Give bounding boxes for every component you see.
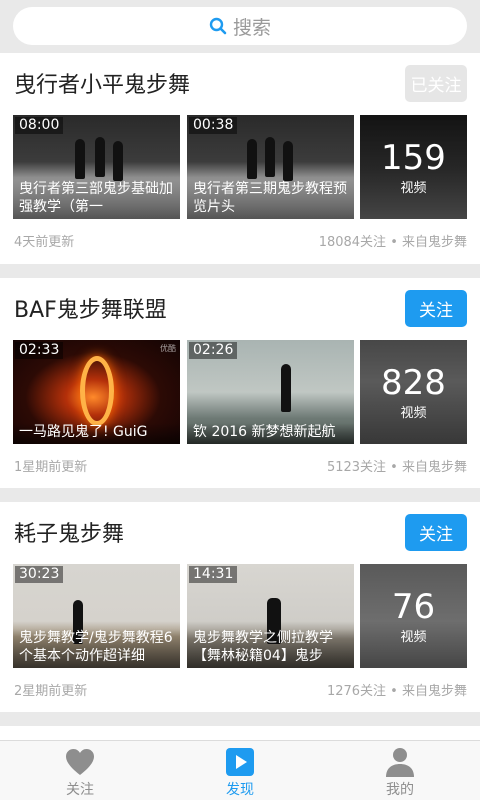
person-icon xyxy=(386,748,414,777)
channel-title[interactable]: 曳行者小平鬼步舞 xyxy=(14,67,190,99)
video-duration: 00:38 xyxy=(189,117,238,134)
video-thumbnail[interactable]: 02:26 钦 2016 新梦想新起航 xyxy=(187,340,354,444)
play-icon xyxy=(226,748,254,776)
video-caption: 钦 2016 新梦想新起航 xyxy=(187,423,354,444)
search-input[interactable]: 搜索 xyxy=(13,7,467,45)
channel-meta: 1276关注 • 来自鬼步舞 xyxy=(326,683,467,699)
video-duration: 08:00 xyxy=(15,117,64,134)
follow-button[interactable]: 关注 xyxy=(405,513,467,551)
video-duration: 02:26 xyxy=(189,342,238,359)
channel-card: 耗子鬼步舞 关注 30:23 鬼步舞教学/鬼步舞教程6个基本个动作超详细 14:… xyxy=(0,502,480,712)
search-bar-container: 搜索 xyxy=(0,0,480,52)
video-duration: 14:31 xyxy=(189,566,238,583)
video-count-label: 视频 xyxy=(400,180,427,196)
video-count-label: 视频 xyxy=(400,629,427,645)
heart-icon xyxy=(66,749,94,775)
tab-follow[interactable]: 关注 xyxy=(0,741,160,800)
video-count: 76 xyxy=(391,586,436,627)
tab-mine[interactable]: 我的 xyxy=(320,741,480,800)
channel-meta: 18084关注 • 来自鬼步舞 xyxy=(318,234,467,250)
watermark: 优酷 xyxy=(160,344,176,353)
tab-label: 关注 xyxy=(66,782,94,798)
video-caption: 一马路见鬼了! GuiG xyxy=(13,423,180,444)
search-placeholder: 搜索 xyxy=(232,16,271,39)
video-thumbnail[interactable]: 00:38 曳行者第三期鬼步教程预览片头 xyxy=(187,115,354,219)
channel-meta: 5123关注 • 来自鬼步舞 xyxy=(326,459,467,475)
channel-card: BAF鬼步舞联盟 关注 02:33 优酷 一马路见鬼了! GuiG 02:26 … xyxy=(0,278,480,488)
bottom-tab-bar: 关注 发现 我的 xyxy=(0,740,480,800)
video-thumbnail[interactable]: 08:00 曳行者第三部鬼步基础加强教学（第一 xyxy=(13,115,180,219)
video-count: 828 xyxy=(381,362,446,403)
video-caption: 鬼步舞教学之侧拉教学【舞林秘籍04】鬼步 xyxy=(187,629,354,668)
video-thumbnail[interactable]: 30:23 鬼步舞教学/鬼步舞教程6个基本个动作超详细 xyxy=(13,564,180,668)
video-thumbnail[interactable]: 14:31 鬼步舞教学之侧拉教学【舞林秘籍04】鬼步 xyxy=(187,564,354,668)
updated-time: 1星期前更新 xyxy=(14,459,88,475)
video-caption: 曳行者第三期鬼步教程预览片头 xyxy=(187,180,354,219)
search-icon xyxy=(209,17,227,35)
video-caption: 鬼步舞教学/鬼步舞教程6个基本个动作超详细 xyxy=(13,629,180,668)
tab-label: 发现 xyxy=(226,782,254,798)
updated-time: 4天前更新 xyxy=(14,234,75,250)
channel-title[interactable]: 耗子鬼步舞 xyxy=(14,516,124,548)
video-duration: 30:23 xyxy=(15,566,64,583)
channel-title[interactable]: BAF鬼步舞联盟 xyxy=(14,292,167,324)
follow-button[interactable]: 关注 xyxy=(405,289,467,327)
video-count-label: 视频 xyxy=(400,405,427,421)
updated-time: 2星期前更新 xyxy=(14,683,88,699)
video-count-tile[interactable]: 159 视频 xyxy=(360,115,467,219)
video-count: 159 xyxy=(381,137,446,178)
video-thumbnail[interactable]: 02:33 优酷 一马路见鬼了! GuiG xyxy=(13,340,180,444)
video-duration: 02:33 xyxy=(15,342,64,359)
tab-label: 我的 xyxy=(386,782,414,798)
video-count-tile[interactable]: 828 视频 xyxy=(360,340,467,444)
video-count-tile[interactable]: 76 视频 xyxy=(360,564,467,668)
followed-button[interactable]: 已关注 xyxy=(405,64,467,102)
channel-card: 曳行者小平鬼步舞 已关注 08:00 曳行者第三部鬼步基础加强教学（第一 00:… xyxy=(0,53,480,264)
tab-discover[interactable]: 发现 xyxy=(160,741,320,800)
video-caption: 曳行者第三部鬼步基础加强教学（第一 xyxy=(13,180,180,219)
